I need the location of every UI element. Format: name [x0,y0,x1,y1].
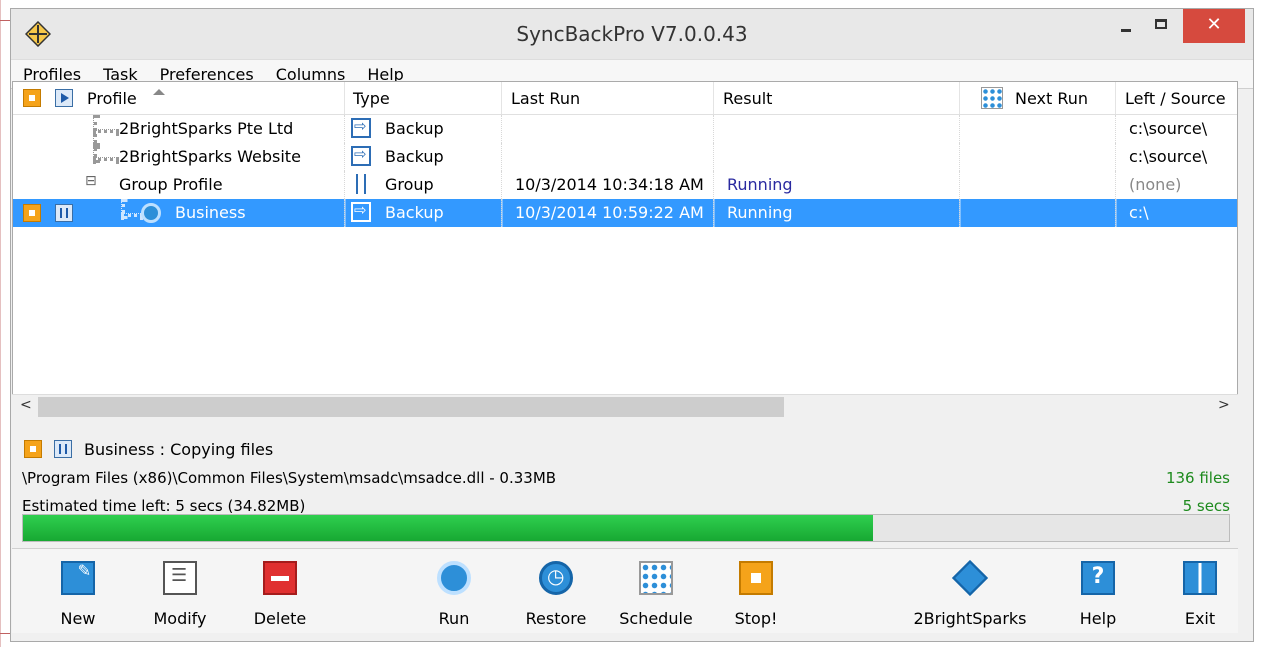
scroll-left-icon[interactable]: < [20,397,32,413]
horizontal-scrollbar[interactable]: < > [12,394,1238,421]
profile-last-run: 10/3/2014 10:59:22 AM [515,203,704,222]
stop-icon[interactable] [24,440,42,458]
minimize-button[interactable] [1107,9,1143,43]
run-label: Run [438,609,470,628]
delete-button[interactable]: Delete [230,557,330,629]
backup-icon [351,145,371,166]
collapse-icon[interactable]: ⊟ [85,173,97,189]
run-button[interactable]: Run [404,557,504,629]
play-icon[interactable] [55,89,73,107]
progress-bar [22,514,1230,542]
stop-icon [739,561,773,595]
title-bar: SyncBackPro V7.0.0.43 ✕ [11,9,1253,59]
stop-label: Stop! [734,609,778,628]
col-last-run[interactable]: Last Run [511,89,580,108]
pause-icon[interactable] [54,440,72,458]
sort-ascending-icon [153,89,165,95]
help-label: Help [1079,609,1117,628]
modify-label: Modify [153,609,207,628]
exit-label: Exit [1184,609,1216,628]
modify-icon [163,561,197,595]
profiles-list[interactable]: Profile Type Last Run Result Next Run Le… [12,81,1238,421]
backup-icon [351,201,371,222]
restore-button[interactable]: Restore [506,557,606,629]
background-edge [0,0,1,647]
2brightsparks-button[interactable]: 2BrightSparks [910,557,1030,629]
profile-name: 2BrightSparks Website [119,147,301,166]
restore-label: Restore [525,609,587,628]
col-type[interactable]: Type [353,89,390,108]
scroll-right-icon[interactable]: > [1218,397,1230,413]
col-profile[interactable]: Profile [87,89,137,108]
progress-fill [23,515,874,541]
background-edge-line [0,20,10,21]
profile-type: Backup [385,147,444,166]
profile-type: Group [385,175,434,194]
profile-result: Running [727,203,793,222]
schedule-label: Schedule [619,609,693,628]
table-row[interactable]: 2BrightSparks Pte Ltd Backup c:\source\ [13,115,1237,149]
delete-icon [263,561,297,595]
new-label: New [60,609,96,628]
schedule-grid-icon [981,87,1003,109]
table-row[interactable]: ⊟ Group Profile Group 10/3/2014 10:34:18… [13,171,1237,199]
status-file: \Program Files (x86)\Common Files\System… [22,469,557,487]
2brightsparks-logo-icon [951,559,989,597]
exit-button[interactable]: Exit [1150,557,1250,629]
column-header: Profile Type Last Run Result Next Run Le… [13,82,1237,115]
profile-type: Backup [385,203,444,222]
schedule-button[interactable]: Schedule [606,557,706,629]
profile-source: c:\source\ [1129,147,1208,166]
profile-name: Group Profile [119,175,223,194]
delete-label: Delete [253,609,307,628]
pause-icon[interactable] [55,204,73,222]
status-title: Business : Copying files [84,440,274,459]
col-left-source[interactable]: Left / Source [1125,89,1226,108]
profile-result: Running [727,175,793,194]
backup-icon [351,117,371,138]
scrollbar-thumb[interactable] [38,397,784,417]
stop-button[interactable]: Stop! [706,557,806,629]
new-button[interactable]: New [28,557,128,629]
gear-icon [141,203,161,223]
profile-type: Backup [385,119,444,138]
2brightsparks-label: 2BrightSparks [913,609,1027,628]
col-result[interactable]: Result [723,89,772,108]
profile-last-run: 10/3/2014 10:34:18 AM [515,175,704,194]
profile-source: c:\source\ [1129,119,1208,138]
help-button[interactable]: ? Help [1048,557,1148,629]
table-row-selected[interactable]: Business Backup 10/3/2014 10:59:22 AM Ru… [13,199,1237,227]
profile-source: (none) [1129,175,1182,194]
profile-name: 2BrightSparks Pte Ltd [119,119,294,138]
modify-button[interactable]: Modify [130,557,230,629]
close-button[interactable]: ✕ [1183,9,1245,43]
profile-source: c:\ [1129,203,1149,222]
status-files-count: 136 files [1165,469,1230,487]
table-row[interactable]: 2BrightSparks Website Backup c:\source\ [13,143,1237,171]
group-icon [356,174,366,194]
restore-clock-icon [539,561,573,595]
status-secs: 5 secs [1182,497,1230,515]
schedule-icon [639,561,673,595]
bottom-toolbar: New Modify Delete Run Restore Schedule S… [12,548,1238,633]
maximize-button[interactable] [1143,9,1181,43]
exit-icon [1183,561,1217,595]
run-gear-icon [437,561,471,595]
status-time-left: Estimated time left: 5 secs (34.82MB) [22,497,306,515]
new-profile-icon [61,561,95,595]
help-icon: ? [1081,561,1115,595]
stop-icon[interactable] [23,204,41,222]
col-next-run[interactable]: Next Run [1015,89,1088,108]
background-edge-line [0,633,10,634]
stop-icon[interactable] [23,89,41,107]
window-title: SyncBackPro V7.0.0.43 [516,22,748,46]
profile-name: Business [175,203,246,222]
